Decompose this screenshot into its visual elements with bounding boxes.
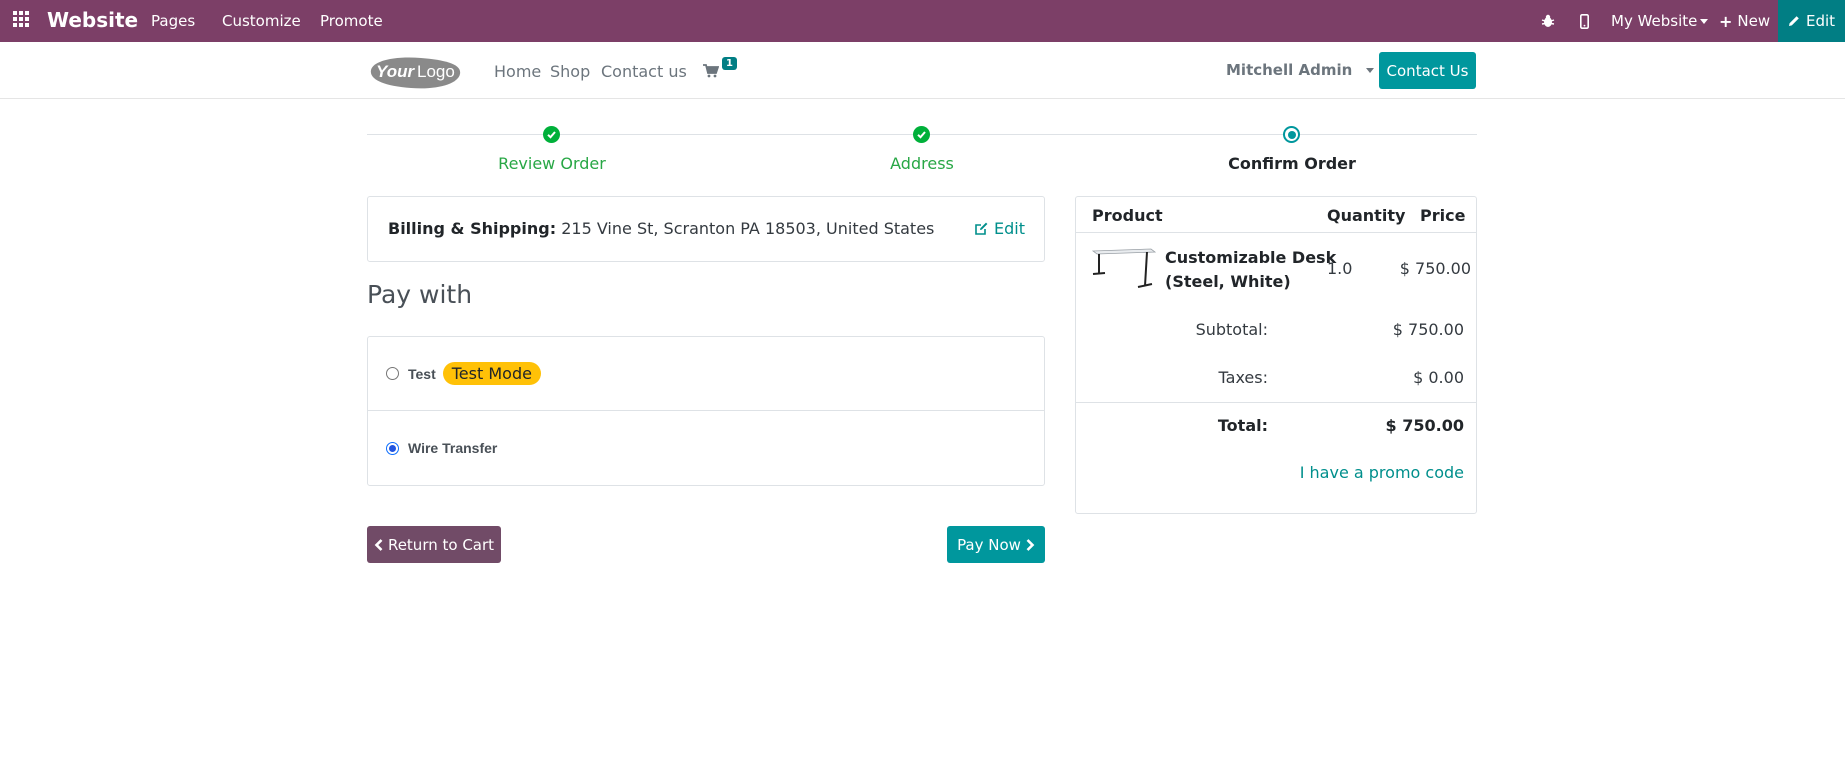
menu-promote[interactable]: Promote	[320, 12, 383, 30]
product-name[interactable]: Customizable Desk (Steel, White)	[1165, 246, 1336, 294]
payment-method-test[interactable]: Test Test Mode	[368, 337, 1044, 411]
promo-code-link[interactable]: I have a promo code	[1300, 463, 1464, 482]
pencil-icon	[1788, 16, 1799, 26]
edit-address-link[interactable]: Edit	[974, 219, 1025, 238]
product-name-line1: Customizable Desk	[1165, 248, 1337, 267]
nav-home[interactable]: Home	[494, 62, 541, 81]
cart-link[interactable]: 1	[703, 57, 743, 82]
step-confirm-order: Confirm Order	[1228, 154, 1356, 173]
edit-button[interactable]: Edit	[1778, 0, 1845, 42]
new-label: New	[1737, 12, 1771, 30]
user-name: Mitchell Admin	[1226, 61, 1353, 79]
debug-bug-icon[interactable]	[1535, 0, 1561, 42]
chevron-down-icon	[1365, 68, 1374, 73]
edit-address-label: Edit	[994, 219, 1025, 238]
step-address[interactable]: Address	[890, 154, 954, 173]
pay-now-button[interactable]: Pay Now	[947, 526, 1045, 563]
svg-text:Your: Your	[376, 62, 415, 81]
edit-label: Edit	[1805, 12, 1836, 30]
taxes-value: $ 0.00	[1413, 368, 1464, 387]
billing-shipping-card: Billing & Shipping: 215 Vine St, Scranto…	[367, 196, 1045, 262]
payment-method-name: Wire Transfer	[408, 440, 498, 456]
total-divider	[1076, 402, 1476, 403]
app-brand[interactable]: Website	[47, 8, 138, 32]
pay-with-heading: Pay with	[367, 280, 473, 309]
nav-contact-us[interactable]: Contact us	[601, 62, 687, 81]
menu-pages[interactable]: Pages	[151, 12, 195, 30]
return-to-cart-label: Return to Cart	[387, 535, 495, 554]
contact-us-button[interactable]: Contact Us	[1379, 52, 1476, 89]
current-step-dot-icon	[1283, 126, 1300, 143]
check-circle-icon	[913, 126, 930, 143]
billing-address: 215 Vine St, Scranton PA 18503, United S…	[561, 219, 935, 238]
payment-radio-test[interactable]	[386, 367, 399, 380]
col-header-price: Price	[1420, 206, 1466, 225]
product-quantity: 1.0	[1327, 259, 1353, 278]
shopping-cart-icon	[703, 64, 719, 78]
product-image	[1091, 248, 1157, 288]
step-review-order[interactable]: Review Order	[498, 154, 606, 173]
menu-customize[interactable]: Customize	[222, 12, 301, 30]
chevron-left-icon	[374, 538, 383, 551]
billing-shipping-label: Billing & Shipping:	[388, 219, 557, 238]
edit-square-icon	[975, 222, 988, 235]
company-logo[interactable]: Your Logo	[367, 54, 463, 90]
total-value: $ 750.00	[1385, 416, 1464, 435]
payment-method-name: Test	[408, 365, 436, 382]
total-label: Total:	[1217, 416, 1268, 435]
subtotal-value: $ 750.00	[1392, 320, 1464, 339]
return-to-cart-button[interactable]: Return to Cart	[367, 526, 501, 563]
product-name-line2: (Steel, White)	[1165, 272, 1291, 291]
my-website-dropdown[interactable]: My Website	[1611, 12, 1709, 30]
new-button[interactable]: + New	[1719, 12, 1770, 30]
payment-method-wire-transfer[interactable]: Wire Transfer	[368, 411, 1044, 485]
mobile-preview-icon[interactable]	[1574, 0, 1594, 42]
plus-icon: +	[1719, 11, 1733, 31]
chevron-down-icon	[1700, 19, 1709, 24]
svg-text:Logo: Logo	[417, 62, 455, 81]
order-summary-card: Product Quantity Price Customizable Desk…	[1075, 196, 1477, 514]
my-website-label: My Website	[1611, 12, 1698, 30]
payment-radio-wire-transfer[interactable]	[386, 441, 399, 455]
payment-methods-list: Test Test Mode Wire Transfer	[367, 336, 1045, 486]
header-divider	[1076, 232, 1476, 233]
chevron-right-icon	[1026, 538, 1035, 551]
user-menu-dropdown[interactable]: Mitchell Admin	[1226, 61, 1374, 79]
admin-navbar: Website Pages Customize Promote My Websi…	[0, 0, 1845, 42]
product-price: $ 750.00	[1399, 259, 1471, 278]
cart-count-badge: 1	[722, 57, 737, 70]
pay-now-label: Pay Now	[957, 535, 1021, 554]
billing-shipping-text: Billing & Shipping: 215 Vine St, Scranto…	[388, 219, 934, 238]
apps-menu-icon[interactable]	[13, 11, 31, 29]
nav-shop[interactable]: Shop	[550, 62, 590, 81]
col-header-product: Product	[1092, 206, 1163, 225]
taxes-label: Taxes:	[1218, 368, 1268, 387]
check-circle-icon	[543, 126, 560, 143]
subtotal-label: Subtotal:	[1195, 320, 1268, 339]
site-header: Your Logo Home Shop Contact us 1 Mitchel…	[0, 42, 1845, 99]
test-mode-badge: Test Mode	[442, 362, 541, 385]
col-header-quantity: Quantity	[1327, 206, 1406, 225]
